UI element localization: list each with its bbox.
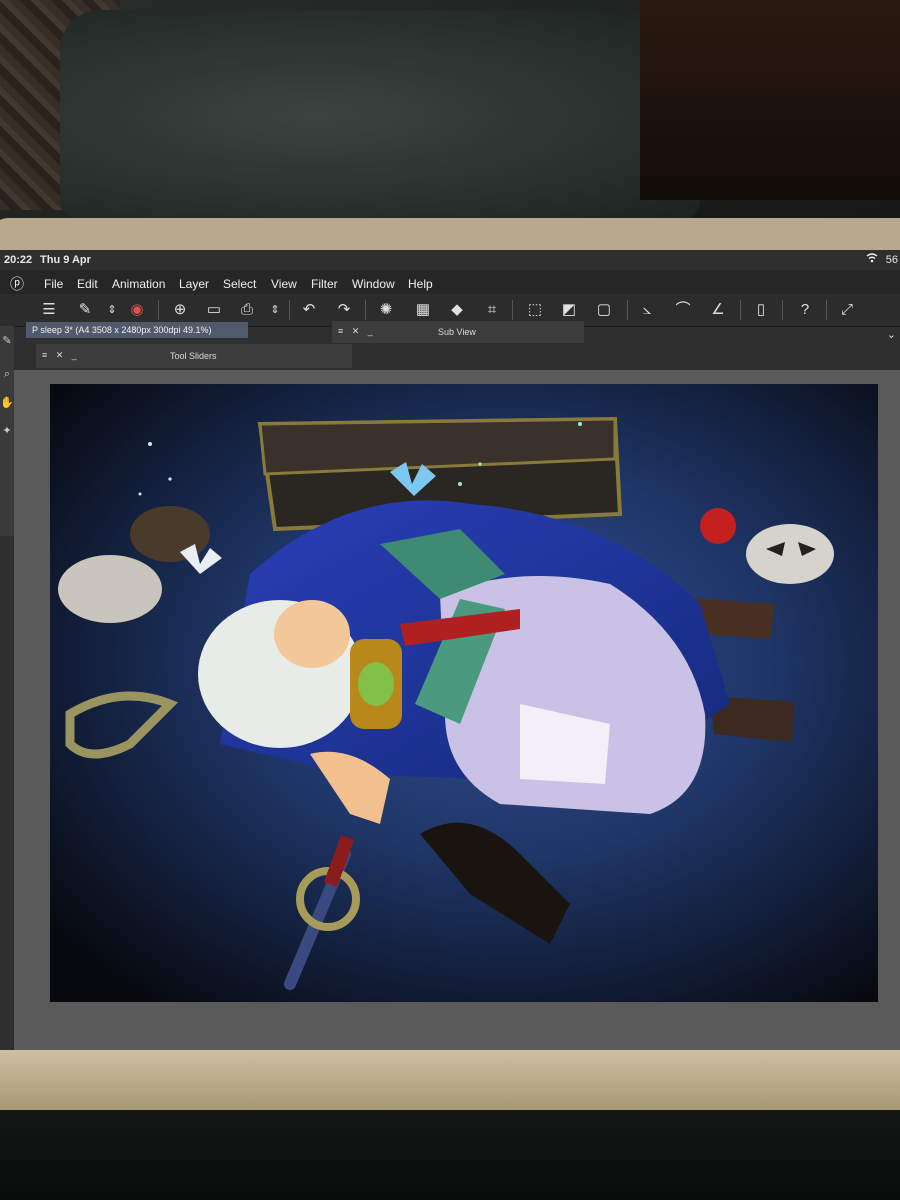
undo-icon[interactable]: ↶	[298, 299, 320, 321]
menu-animation[interactable]: Animation	[112, 277, 165, 291]
toolbar-divider	[740, 300, 741, 320]
status-time: 20:22	[4, 254, 33, 266]
battery-level: 56	[885, 254, 898, 266]
fill-icon[interactable]: ◆	[446, 299, 468, 321]
chevron-down-icon[interactable]: ⌄	[887, 328, 896, 341]
tablet-screen: 20:22 Thu 9 Apr 56 ⓟ File Edit Animation…	[0, 250, 900, 1050]
stepper-icon[interactable]: ⇕	[101, 299, 123, 321]
document-tab[interactable]: P sleep 3* (A4 3508 x 2480px 300dpi 49.1…	[26, 322, 248, 338]
toolbar-divider	[782, 300, 783, 320]
tool-sliders-panel[interactable]: ≡ ✕ _ Tool Sliders	[36, 344, 352, 368]
menu-help[interactable]: Help	[408, 277, 433, 291]
wifi-icon	[866, 252, 878, 267]
toolbar-divider	[289, 300, 290, 320]
new-document-icon[interactable]: ✎	[74, 299, 96, 321]
stepper-icon-2[interactable]: ⇕	[264, 299, 286, 321]
deselect-icon[interactable]: ⬚	[524, 299, 546, 321]
background-desk	[0, 1110, 900, 1200]
invert-selection-icon[interactable]: ◩	[558, 299, 580, 321]
transform-icon[interactable]: ⌗	[481, 299, 503, 321]
menu-window[interactable]: Window	[352, 277, 395, 291]
background-cushion	[60, 10, 700, 220]
hand-tool-icon[interactable]: ✋	[0, 396, 14, 409]
tool-palette: ✎ ⌕ ✋ ✦	[0, 326, 14, 536]
app-logo-icon[interactable]: ⓟ	[10, 274, 24, 294]
tablet-bottom-bezel	[0, 1050, 900, 1110]
layer-icon[interactable]: ▦	[412, 299, 434, 321]
bucket-icon[interactable]: ◉	[126, 299, 148, 321]
ruler-icon[interactable]: ∠	[707, 299, 729, 321]
toolbar-divider	[512, 300, 513, 320]
toolbar-divider	[365, 300, 366, 320]
sparkle-tool-icon[interactable]: ✦	[0, 424, 14, 437]
menu-filter[interactable]: Filter	[311, 277, 338, 291]
menu-icon[interactable]: ☰	[38, 299, 60, 321]
save-icon[interactable]: ⎙	[236, 299, 258, 321]
help-icon[interactable]: ?	[794, 299, 816, 321]
fullscreen-icon[interactable]: ⤢	[836, 299, 858, 321]
correct-line-icon[interactable]: ⦣	[636, 299, 658, 321]
redo-icon[interactable]: ↷	[333, 299, 355, 321]
panel-title: Sub View	[438, 327, 476, 337]
background-shadow	[640, 0, 900, 200]
artwork-canvas[interactable]	[50, 384, 878, 1002]
status-date: Thu 9 Apr	[40, 254, 91, 266]
panel-title: Tool Sliders	[170, 351, 217, 361]
toolbar-divider	[158, 300, 159, 320]
menu-layer[interactable]: Layer	[179, 277, 209, 291]
document-tab-label: P sleep 3* (A4 3508 x 2480px 300dpi 49.1…	[32, 325, 212, 335]
panel-controls[interactable]: ≡ ✕ _	[338, 326, 376, 337]
status-bar: 20:22 Thu 9 Apr 56	[0, 250, 900, 270]
panel-controls[interactable]: ≡ ✕ _	[42, 350, 80, 361]
menu-bar: ⓟ File Edit Animation Layer Select View …	[0, 270, 900, 294]
pen-tool-icon[interactable]: ✎	[0, 334, 14, 347]
smooth-icon[interactable]: ⌒	[672, 299, 694, 321]
loading-icon[interactable]: ✺	[375, 299, 397, 321]
toolbar-divider	[826, 300, 827, 320]
toolbar-divider	[627, 300, 628, 320]
canvas-area[interactable]	[14, 370, 900, 1050]
artwork-illustration	[50, 384, 878, 1002]
zoom-tool-icon[interactable]: ⌕	[0, 368, 14, 381]
menu-select[interactable]: Select	[223, 277, 256, 291]
menu-view[interactable]: View	[271, 277, 297, 291]
companion-icon[interactable]: ▯	[750, 299, 772, 321]
sub-view-panel[interactable]: ≡ ✕ _ Sub View	[332, 321, 584, 343]
menu-file[interactable]: File	[44, 277, 63, 291]
menu-edit[interactable]: Edit	[77, 277, 98, 291]
selection-border-icon[interactable]: ▢	[593, 299, 615, 321]
open-folder-icon[interactable]: ▭	[203, 299, 225, 321]
new-file-icon[interactable]: ⊕	[169, 299, 191, 321]
